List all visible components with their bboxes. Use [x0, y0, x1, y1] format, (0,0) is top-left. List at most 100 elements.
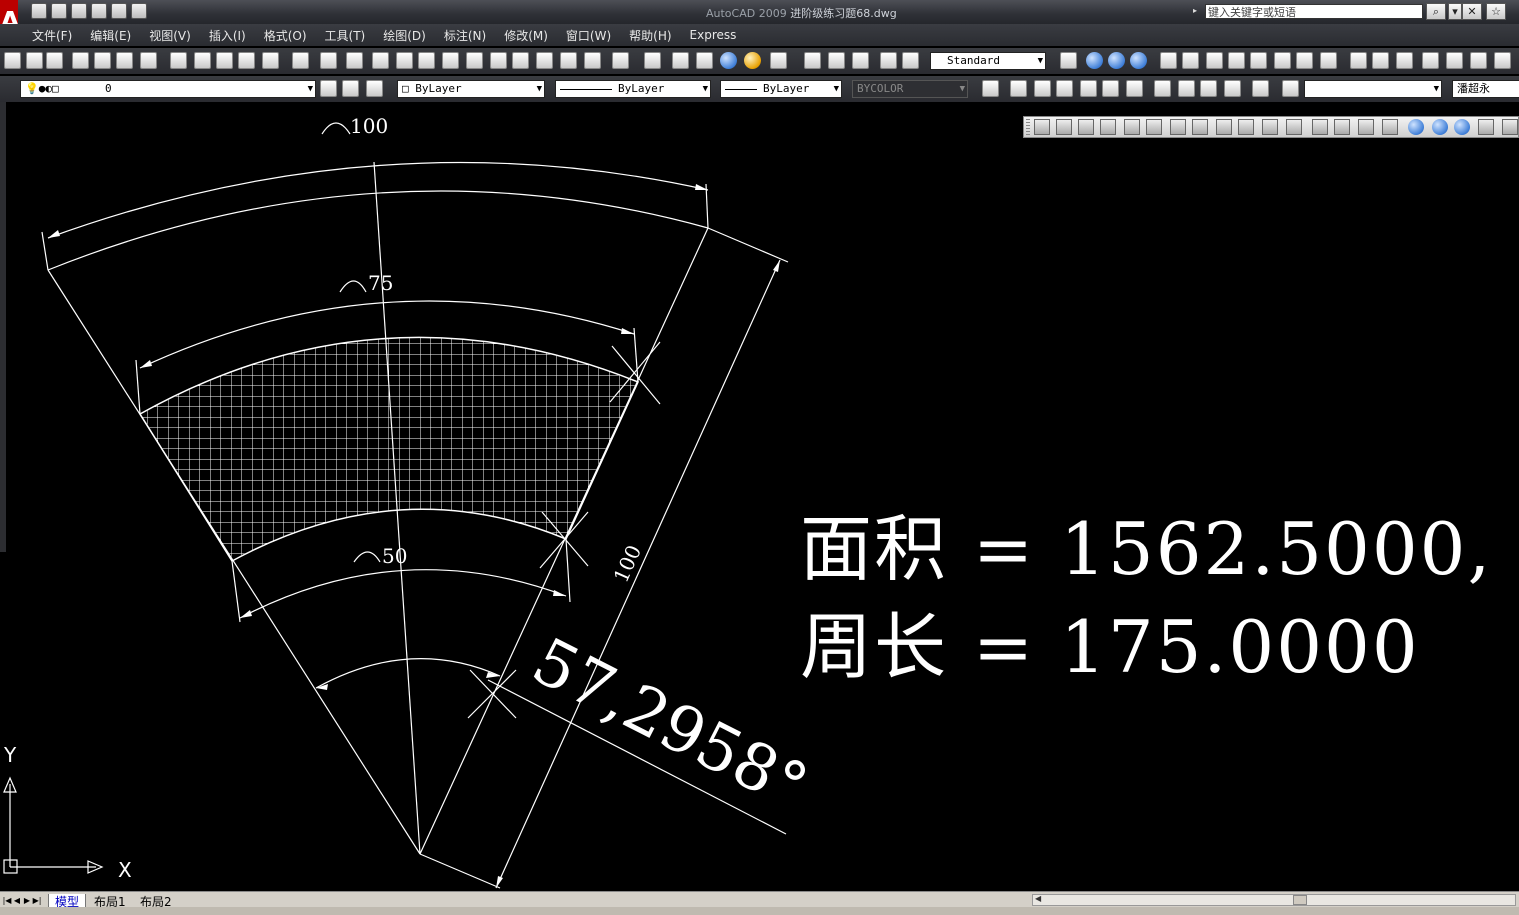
menu-express[interactable]: Express [690, 28, 737, 42]
toolbar-tool-icon[interactable] [292, 52, 309, 69]
toolbar-tool-icon[interactable] [372, 52, 389, 69]
linetype-select[interactable]: ByLayer ▼ [555, 80, 711, 98]
toolbar-tool-icon[interactable] [418, 52, 435, 69]
toolbar-tool-icon[interactable] [194, 52, 211, 69]
toolbar-tool-icon[interactable] [72, 52, 89, 69]
menu-edit[interactable]: 编辑(E) [90, 27, 131, 44]
toolbar-tool-icon[interactable] [1372, 52, 1389, 69]
toolbar-tool-icon[interactable] [1086, 52, 1103, 69]
next-tab-icon[interactable]: ▶ [22, 895, 32, 907]
toolbar-tool-icon[interactable] [1422, 52, 1439, 69]
toolbar-tool-icon[interactable] [982, 80, 999, 97]
toolbar-tool-icon[interactable] [1274, 52, 1291, 69]
new-file-icon[interactable] [31, 3, 47, 19]
menu-tools[interactable]: 工具(T) [325, 27, 366, 44]
toolbar-tool-icon[interactable] [116, 52, 133, 69]
toolbar-tool-icon[interactable] [490, 52, 507, 69]
scroll-left-icon[interactable]: ◀ [1035, 894, 1041, 903]
toolbar-tool-icon[interactable] [26, 52, 43, 69]
undo-icon[interactable] [111, 3, 127, 19]
search-icon[interactable]: ⌕ [1426, 3, 1446, 20]
toolbar-tool-icon[interactable] [1178, 80, 1195, 97]
toolbar-tool-icon[interactable] [1206, 52, 1223, 69]
toolbar-tool-icon[interactable] [262, 52, 279, 69]
menu-help[interactable]: 帮助(H) [629, 27, 671, 44]
toolbar-tool-icon[interactable] [744, 52, 761, 69]
toolbar-tool-icon[interactable] [442, 52, 459, 69]
toolbar-tool-icon[interactable] [1396, 52, 1413, 69]
print-icon[interactable] [91, 3, 107, 19]
toolbar-tool-icon[interactable] [880, 52, 897, 69]
menu-file[interactable]: 文件(F) [32, 27, 72, 44]
toolbar-tool-icon[interactable] [366, 80, 383, 97]
toolbar-tool-icon[interactable] [644, 52, 661, 69]
toolbar-tool-icon[interactable] [512, 52, 529, 69]
toolbar-tool-icon[interactable] [720, 52, 737, 69]
toolbar-tool-icon[interactable] [346, 52, 363, 69]
toolbar-tool-icon[interactable] [1056, 80, 1073, 97]
toolbar-tool-icon[interactable] [1108, 52, 1125, 69]
prev-tab-icon[interactable]: ◀ [12, 895, 22, 907]
toolbar-tool-icon[interactable] [1160, 52, 1177, 69]
toolbar-tool-icon[interactable] [94, 52, 111, 69]
toolbar-tool-icon[interactable] [696, 52, 713, 69]
toolbar-tool-icon[interactable] [770, 52, 787, 69]
toolbar-tool-icon[interactable] [612, 52, 629, 69]
toolbar-tool-icon[interactable] [1252, 80, 1269, 97]
toolbar-tool-icon[interactable] [1182, 52, 1199, 69]
toolbar-tool-icon[interactable] [1154, 80, 1171, 97]
menu-view[interactable]: 视图(V) [149, 27, 191, 44]
menu-insert[interactable]: 插入(I) [209, 27, 246, 44]
horizontal-scrollbar[interactable]: ◀ [1032, 894, 1516, 906]
search-expand-icon[interactable]: ▸ [1193, 6, 1197, 15]
toolbar-tool-icon[interactable] [852, 52, 869, 69]
menu-window[interactable]: 窗口(W) [566, 27, 611, 44]
color-select[interactable]: □ ByLayer ▼ [397, 80, 545, 98]
toolbar-tool-icon[interactable] [536, 52, 553, 69]
toolbar-tool-icon[interactable] [1130, 52, 1147, 69]
first-tab-icon[interactable]: |◀ [2, 895, 12, 907]
toolbar-tool-icon[interactable] [828, 52, 845, 69]
save-icon[interactable] [71, 3, 87, 19]
toolbar-tool-icon[interactable] [1228, 52, 1245, 69]
toolbar-tool-icon[interactable] [1446, 52, 1463, 69]
toolbar-tool-icon[interactable] [1494, 52, 1511, 69]
toolbar-tool-icon[interactable] [4, 52, 21, 69]
toolbar-tool-icon[interactable] [902, 52, 919, 69]
toolbar-tool-icon[interactable] [1296, 52, 1313, 69]
toolbar-tool-icon[interactable] [342, 80, 359, 97]
communication-center-icon[interactable]: ✕ [1462, 3, 1482, 20]
text-style-select[interactable]: Standard ▼ [930, 52, 1046, 70]
toolbar-tool-icon[interactable] [1470, 52, 1487, 69]
toolbar-tool-icon[interactable] [1350, 52, 1367, 69]
toolbar-tool-icon[interactable] [1010, 80, 1027, 97]
toolbar-tool-icon[interactable] [140, 52, 157, 69]
toolbar-tool-icon[interactable] [1200, 80, 1217, 97]
menu-modify[interactable]: 修改(M) [504, 27, 548, 44]
toolbar-tool-icon[interactable] [170, 52, 187, 69]
toolbar-tool-icon[interactable] [1126, 80, 1143, 97]
user-field[interactable]: 潘超永 [1452, 80, 1519, 98]
toolbar-tool-icon[interactable] [1102, 80, 1119, 97]
search-options-icon[interactable]: ▾ [1448, 3, 1462, 20]
toolbar-tool-icon[interactable] [46, 52, 63, 69]
toolbar-tool-icon[interactable] [584, 52, 601, 69]
toolbar-tool-icon[interactable] [560, 52, 577, 69]
redo-icon[interactable] [131, 3, 147, 19]
menu-format[interactable]: 格式(O) [264, 27, 307, 44]
toolbar-tool-icon[interactable] [320, 80, 337, 97]
layer-select[interactable]: 💡●◐□ 0 ▼ [20, 80, 316, 98]
view-select[interactable]: ▼ [1304, 80, 1442, 98]
toolbar-tool-icon[interactable] [1320, 52, 1337, 69]
scroll-thumb[interactable] [1293, 895, 1307, 905]
toolbar-tool-icon[interactable] [238, 52, 255, 69]
favorites-star-icon[interactable]: ☆ [1486, 3, 1506, 20]
lineweight-select[interactable]: ByLayer ▼ [720, 80, 842, 98]
toolbar-tool-icon[interactable] [672, 52, 689, 69]
toolbar-tool-icon[interactable] [1224, 80, 1241, 97]
menu-draw[interactable]: 绘图(D) [383, 27, 426, 44]
toolbar-tool-icon[interactable] [1034, 80, 1051, 97]
toolbar-tool-icon[interactable] [466, 52, 483, 69]
toolbar-tool-icon[interactable] [1080, 80, 1097, 97]
toolbar-tool-icon[interactable] [320, 52, 337, 69]
